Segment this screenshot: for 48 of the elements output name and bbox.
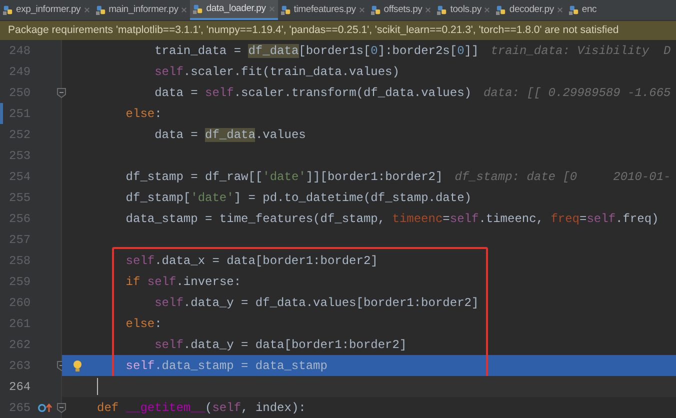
code-line: else:: [124, 316, 162, 332]
code-line: df_stamp = df_raw[['date']][border1:border2]: [124, 168, 443, 186]
close-icon[interactable]: [84, 7, 90, 13]
python-file-icon: [280, 5, 291, 15]
inline-hint: df_stamp: date [0 2010-01-: [454, 168, 671, 186]
code-line: else:: [124, 106, 162, 122]
editor-tab[interactable]: enc: [566, 0, 600, 20]
code-line: df_stamp['date'] = pd.to_datetime(df_stamp.date): [124, 190, 472, 206]
close-icon[interactable]: [358, 7, 365, 13]
editor-tab[interactable]: decoder.py: [493, 0, 566, 20]
editor-tab[interactable]: exp_informer.py: [0, 0, 93, 20]
editor-tab[interactable]: timefeatures.py: [278, 0, 368, 20]
close-icon[interactable]: [268, 6, 275, 12]
code-line: data = self.scaler.transform(df_data.values): [154, 84, 472, 102]
close-icon[interactable]: [556, 7, 563, 13]
code-line: data = df_data.values: [154, 126, 306, 144]
code-line: self.data_stamp = data_stamp: [124, 358, 328, 374]
code-line: self.data_y = data[border1:border2]: [154, 336, 407, 354]
editor-tab[interactable]: main_informer.py: [92, 0, 190, 20]
python-file-icon: [3, 5, 13, 15]
editor-tab[interactable]: data_loader.py: [190, 0, 278, 20]
code-line: self.data_x = data[border1:border2]: [124, 252, 378, 270]
python-file-icon: [193, 4, 204, 14]
code-line: def __getitem__(self, index):: [97, 400, 306, 416]
inline-hint: train_data: Visibility D: [490, 42, 671, 60]
close-icon[interactable]: [425, 7, 432, 13]
close-icon[interactable]: [484, 7, 490, 13]
python-file-icon: [96, 5, 106, 15]
python-file-icon: [370, 5, 381, 15]
text-caret: [97, 378, 98, 395]
inline-hint: data: [[ 0.29989589 -1.665: [483, 84, 671, 102]
fold-icon[interactable]: [57, 88, 66, 98]
close-icon[interactable]: [181, 7, 188, 13]
code-line: train_data = df_data[border1s[0]:border2s[0]]: [154, 42, 479, 60]
fold-icon[interactable]: [57, 402, 66, 412]
code-line: self.data_y = df_data.values[border1:border2]: [154, 294, 479, 312]
code-line: self.scaler.fit(train_data.values): [154, 64, 400, 80]
editor-tab[interactable]: tools.py: [434, 0, 494, 20]
warning-text: Package requirements 'matplotlib==3.1.1', 'numpy==1.19.4', 'pandas==0.25.1', 'scikit_learn==0.21.3', 'torch==1.8.0' are not satisfied: [8, 22, 619, 38]
code-line: data_stamp = time_features(df_stamp, timeenc=self.timeenc, freq=self.freq): [124, 210, 659, 228]
code-line: if self.inverse:: [124, 274, 242, 290]
python-file-icon: [496, 5, 506, 15]
line-number: 264: [9, 378, 31, 396]
override-icon[interactable]: [38, 402, 52, 412]
python-file-icon: [437, 5, 448, 15]
python-file-icon: [568, 5, 579, 15]
lightbulb-icon[interactable]: [73, 360, 82, 372]
editor-tab[interactable]: offsets.py: [368, 0, 434, 20]
